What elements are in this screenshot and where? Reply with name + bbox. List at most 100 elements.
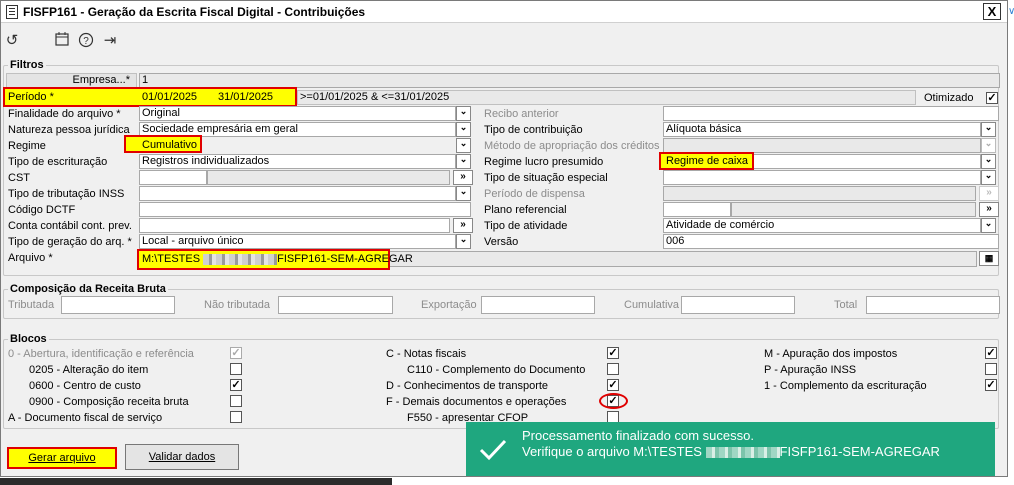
toast-line-2-suffix: FISFP161-SEM-AGREGAR <box>779 444 940 459</box>
main-window: FISFP161 - Geração da Escrita Fiscal Dig… <box>0 0 1008 477</box>
cumulativa-input[interactable] <box>681 296 795 314</box>
finalidade-dropdown-icon[interactable]: ⌄ <box>456 106 471 121</box>
success-toast: Processamento finalizado com sucesso. Ve… <box>466 422 995 476</box>
periodo-expression: >=01/01/2025 & <=31/01/2025 <box>297 90 916 105</box>
plano-referencial-search-button[interactable]: » <box>979 202 999 217</box>
tipo-contribuicao-select[interactable]: Alíquota básica <box>663 122 981 137</box>
toast-line-2-prefix: Verifique o arquivo M:\TESTES <box>522 444 702 459</box>
toolbar: ↺ ? ⇥ <box>1 24 1007 56</box>
conta-contabil-input[interactable] <box>139 218 450 233</box>
tipo-geracao-select[interactable]: Local - arquivo único <box>139 234 456 249</box>
exportacao-input[interactable] <box>481 296 595 314</box>
tributada-label: Tributada <box>8 299 55 311</box>
bloco-p-label: P - Apuração INSS <box>764 364 857 376</box>
exit-icon[interactable]: ⇥ <box>101 32 119 50</box>
bloco-0600-label: 0600 - Centro de custo <box>29 380 141 392</box>
regime-lucro-label: Regime lucro presumido <box>484 156 604 168</box>
total-input[interactable] <box>866 296 1000 314</box>
recibo-anterior-input[interactable] <box>663 106 999 121</box>
plano-referencial-description <box>731 202 976 217</box>
plano-referencial-label: Plano referencial <box>484 204 567 216</box>
gerar-arquivo-button[interactable]: Gerar arquivo <box>7 451 117 465</box>
app-icon <box>6 5 18 19</box>
periodo-dispensa-input <box>663 186 976 201</box>
plano-referencial-input[interactable] <box>663 202 731 217</box>
empresa-label[interactable]: Empresa...* <box>6 73 137 88</box>
nao-tributada-input[interactable] <box>278 296 393 314</box>
tributacao-inss-select[interactable] <box>139 186 456 201</box>
situacao-especial-label: Tipo de situação especial <box>484 172 608 184</box>
regime-dropdown-icon[interactable]: ⌄ <box>456 138 471 153</box>
bloco-0900-checkbox[interactable] <box>230 395 242 407</box>
conta-contabil-search-button[interactable]: » <box>453 218 473 233</box>
tributacao-inss-dropdown-icon[interactable]: ⌄ <box>456 186 471 201</box>
cst-label: CST <box>8 172 30 184</box>
bloco-0205-checkbox[interactable] <box>230 363 242 375</box>
periodo-dispensa-label: Período de dispensa <box>484 188 585 200</box>
bloco-m-checkbox[interactable]: ✓ <box>985 347 997 359</box>
arquivo-suffix: FISFP161-SEM-AGREGAR <box>277 253 413 265</box>
bloco-f-label: F - Demais documentos e operações <box>386 396 567 408</box>
bloco-d-checkbox[interactable]: ✓ <box>607 379 619 391</box>
tipo-atividade-label: Tipo de atividade <box>484 220 568 232</box>
situacao-especial-select[interactable] <box>663 170 981 185</box>
toast-line-1: Processamento finalizado com sucesso. <box>522 428 754 443</box>
help-icon[interactable]: ? <box>77 32 95 50</box>
periodo-label: Período * <box>8 91 54 103</box>
natureza-dropdown-icon[interactable]: ⌄ <box>456 122 471 137</box>
bloco-d-label: D - Conhecimentos de transporte <box>386 380 549 392</box>
tipo-atividade-dropdown-icon[interactable]: ⌄ <box>981 218 996 233</box>
window-title: FISFP161 - Geração da Escrita Fiscal Dig… <box>23 5 366 19</box>
filtros-title: Filtros <box>8 59 46 71</box>
tipo-escrituracao-dropdown-icon[interactable]: ⌄ <box>456 154 471 169</box>
bloco-0-checkbox: ✓ <box>230 347 242 359</box>
close-button[interactable]: X <box>983 3 1001 20</box>
bloco-c-checkbox[interactable]: ✓ <box>607 347 619 359</box>
periodo-dispensa-button: » <box>979 186 999 201</box>
regime-lucro-dropdown-icon[interactable]: ⌄ <box>981 154 996 169</box>
codigo-dctf-label: Código DCTF <box>8 204 76 216</box>
tipo-contribuicao-dropdown-icon[interactable]: ⌄ <box>981 122 996 137</box>
bloco-p-checkbox[interactable] <box>985 363 997 375</box>
bloco-0600-checkbox[interactable]: ✓ <box>230 379 242 391</box>
situacao-especial-dropdown-icon[interactable]: ⌄ <box>981 170 996 185</box>
bloco-c110-label: C110 - Complemento do Documento <box>407 364 586 376</box>
tipo-escrituracao-select[interactable]: Registros individualizados <box>139 154 456 169</box>
periodo-start-input[interactable]: 01/01/2025 <box>139 90 211 105</box>
empresa-field[interactable]: 1 <box>139 73 1000 88</box>
bloco-f-annotation-circle <box>599 393 628 409</box>
tipo-geracao-label: Tipo de geração do arq. * <box>8 236 132 248</box>
finalidade-label: Finalidade do arquivo * <box>8 108 121 120</box>
blocos-title: Blocos <box>8 333 49 345</box>
regime-select[interactable]: Cumulativo <box>139 138 456 153</box>
calendar-icon[interactable] <box>53 32 71 50</box>
tipo-atividade-select[interactable]: Atividade de comércio <box>663 218 981 233</box>
refresh-icon[interactable]: ↺ <box>3 32 21 50</box>
cst-input[interactable] <box>139 170 207 185</box>
redacted-block <box>203 253 278 265</box>
bloco-0900-label: 0900 - Composição receita bruta <box>29 396 189 408</box>
bloco-1-checkbox[interactable]: ✓ <box>985 379 997 391</box>
tributada-input[interactable] <box>61 296 175 314</box>
validar-dados-button[interactable]: Validar dados <box>125 444 239 470</box>
svg-text:?: ? <box>83 36 89 47</box>
metodo-apropriacao-label: Método de apropriação dos créditos <box>484 140 660 152</box>
finalidade-select[interactable]: Original <box>139 106 456 121</box>
bloco-c110-checkbox[interactable] <box>607 363 619 375</box>
bloco-a-checkbox[interactable] <box>230 411 242 423</box>
arquivo-browse-icon[interactable]: ▦ <box>979 251 999 266</box>
codigo-dctf-input[interactable] <box>139 202 471 217</box>
tributacao-inss-label: Tipo de tributação INSS <box>8 188 125 200</box>
bloco-1-label: 1 - Complemento da escrituração <box>764 380 927 392</box>
cst-description <box>207 170 450 185</box>
metodo-apropriacao-dropdown-icon: ⌄ <box>981 138 996 153</box>
tipo-geracao-dropdown-icon[interactable]: ⌄ <box>456 234 471 249</box>
cst-search-button[interactable]: » <box>453 170 473 185</box>
title-bar: FISFP161 - Geração da Escrita Fiscal Dig… <box>1 1 1007 23</box>
otimizado-checkbox[interactable]: ✓ <box>986 92 998 104</box>
versao-input[interactable]: 006 <box>663 234 999 249</box>
periodo-end-input[interactable]: 31/01/2025 <box>215 90 287 105</box>
redacted-block <box>705 447 780 459</box>
exportacao-label: Exportação <box>421 299 477 311</box>
conta-contabil-label: Conta contábil cont. prev. <box>8 220 132 232</box>
